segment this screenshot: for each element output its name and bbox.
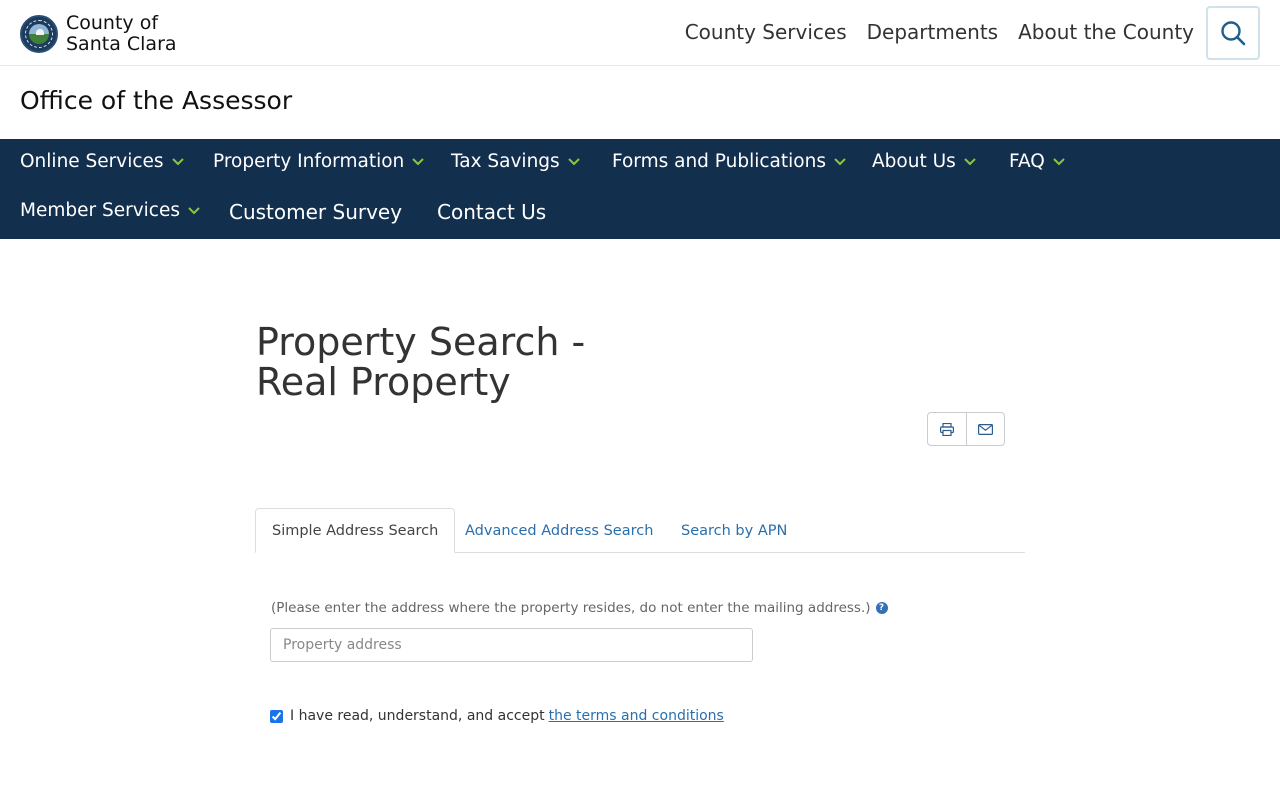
county-seal-icon bbox=[20, 15, 58, 53]
chevron-down-icon bbox=[171, 157, 184, 165]
property-address-input[interactable] bbox=[270, 628, 753, 662]
address-hint: (Please enter the address where the prop… bbox=[271, 600, 888, 616]
search-button[interactable] bbox=[1206, 6, 1260, 60]
page-title-line1: Property Search - bbox=[256, 320, 586, 364]
terms-row: I have read, understand, and accept the … bbox=[270, 708, 724, 724]
nav-label: Online Services bbox=[20, 151, 164, 172]
terms-link[interactable]: the terms and conditions bbox=[549, 708, 724, 724]
nav-label: FAQ bbox=[1009, 151, 1045, 172]
email-button[interactable] bbox=[966, 413, 1004, 445]
chevron-down-icon bbox=[567, 157, 580, 165]
nav-member-services[interactable]: Member Services bbox=[20, 200, 200, 221]
nav-label: Forms and Publications bbox=[612, 151, 826, 172]
email-icon bbox=[978, 423, 993, 435]
print-button[interactable] bbox=[928, 413, 966, 445]
logo-text: County of Santa Clara bbox=[66, 13, 177, 55]
nav-online-services[interactable]: Online Services bbox=[20, 151, 184, 172]
nav-label: Customer Survey bbox=[229, 200, 403, 224]
nav-faq[interactable]: FAQ bbox=[1009, 151, 1065, 172]
top-header: County of Santa Clara County Services De… bbox=[0, 0, 1280, 66]
top-nav: County Services Departments About the Co… bbox=[685, 20, 1194, 44]
chevron-down-icon bbox=[964, 157, 976, 165]
top-nav-county-services[interactable]: County Services bbox=[685, 20, 847, 44]
nav-label: Contact Us bbox=[437, 200, 547, 224]
tab-simple-address-search[interactable]: Simple Address Search bbox=[255, 508, 456, 553]
nav-label: Property Information bbox=[213, 151, 405, 172]
chevron-down-icon bbox=[834, 157, 846, 165]
main-nav: Online Services Property Information Tax… bbox=[0, 139, 1280, 239]
office-title[interactable]: Office of the Assessor bbox=[20, 86, 292, 115]
nav-about-us[interactable]: About Us bbox=[872, 151, 976, 172]
search-tabs: Simple Address Search Advanced Address S… bbox=[255, 508, 1025, 553]
page-title-line2: Real Property bbox=[256, 360, 511, 404]
nav-forms-publications[interactable]: Forms and Publications bbox=[612, 151, 846, 172]
logo-line1: County of bbox=[66, 12, 159, 34]
tab-advanced-address-search[interactable]: Advanced Address Search bbox=[449, 508, 669, 553]
nav-property-information[interactable]: Property Information bbox=[213, 151, 424, 172]
logo-line2: Santa Clara bbox=[66, 33, 177, 55]
top-nav-about-county[interactable]: About the County bbox=[1018, 20, 1194, 44]
nav-customer-survey[interactable]: Customer Survey bbox=[229, 200, 402, 224]
terms-text: I have read, understand, and accept bbox=[290, 708, 545, 724]
share-toolbar bbox=[927, 412, 1005, 446]
address-hint-text: (Please enter the address where the prop… bbox=[271, 600, 871, 616]
help-icon[interactable]: ? bbox=[875, 602, 888, 614]
nav-tax-savings[interactable]: Tax Savings bbox=[451, 151, 580, 172]
page-title: Property Search - Real Property bbox=[256, 322, 756, 402]
search-icon bbox=[1221, 21, 1246, 46]
nav-label: Member Services bbox=[20, 200, 180, 221]
nav-label: About Us bbox=[872, 151, 956, 172]
chevron-down-icon bbox=[1053, 157, 1065, 165]
terms-checkbox[interactable] bbox=[270, 709, 283, 723]
chevron-down-icon bbox=[412, 157, 424, 165]
county-logo[interactable]: County of Santa Clara bbox=[20, 13, 177, 55]
tab-search-by-apn[interactable]: Search by APN bbox=[665, 508, 803, 553]
nav-label: Tax Savings bbox=[451, 151, 560, 172]
top-nav-departments[interactable]: Departments bbox=[867, 20, 998, 44]
print-icon bbox=[940, 422, 954, 436]
nav-contact-us[interactable]: Contact Us bbox=[437, 200, 546, 224]
chevron-down-icon bbox=[188, 206, 200, 214]
